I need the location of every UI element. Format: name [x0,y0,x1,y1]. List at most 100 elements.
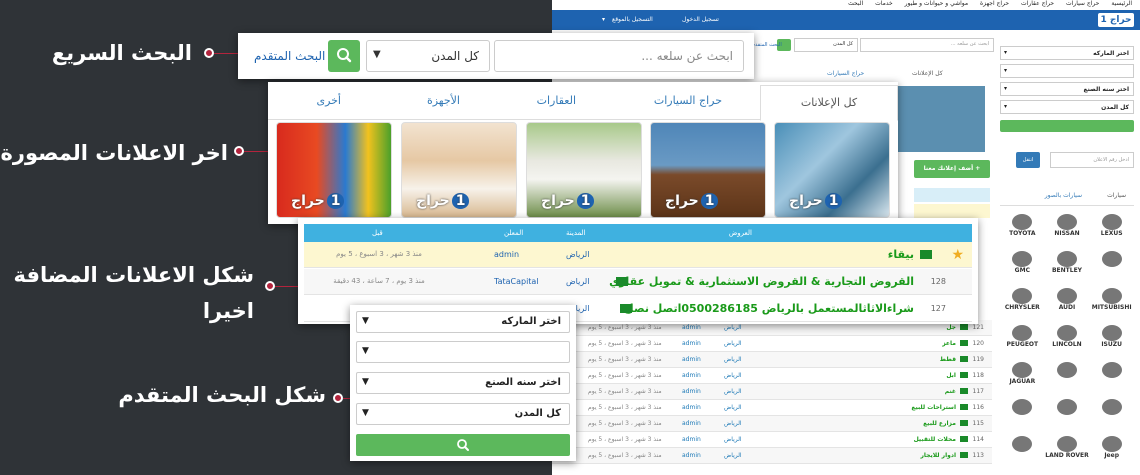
brand-logo[interactable] [1089,395,1134,432]
brand-logo[interactable] [1045,358,1090,395]
brand-logo[interactable]: NISSAN [1045,210,1090,247]
site-featured-row[interactable] [914,204,990,218]
login-link[interactable]: تسجيل الدخول [682,16,719,23]
city-select[interactable]: كل المدن ▼ [356,403,570,425]
top-link[interactable]: مواشي و حيوانات و طيور [905,0,968,7]
watermark-logo: 1حراج [416,193,470,209]
site-tab-all[interactable]: كل الإعلانات [912,70,943,77]
top-link[interactable]: حراج سيارات [1066,0,1099,7]
ad-number: 127 [930,304,946,313]
sidebar-brand-select[interactable]: اختر الماركه [1000,46,1134,60]
tab-devices[interactable]: الأجهزة [427,94,460,107]
brand-logo[interactable]: ISUZU [1089,321,1134,358]
table-row[interactable]: 113 ادوار للايجار الرياض admin منذ 3 شهر ، 3… [552,448,992,464]
ad-title[interactable]: شراءالاثاثالمستعمل بالرياض 0500286185اتص… [624,302,914,315]
ads-table-header: العروض المدينة المعلن قبل [304,224,972,242]
brand-logo[interactable]: LEXUS [1089,210,1134,247]
search-button[interactable] [328,40,360,72]
top-link[interactable]: حراج عقارات [1021,0,1054,7]
callout-advanced-search: شكل البحث المتقدم [118,383,326,407]
site-top-links: الرئيسية حراج سيارات حراج عقارات حراج اج… [552,0,1140,10]
magnifier-icon [457,439,469,451]
sidebar-city-select[interactable]: كل المدن [1000,100,1134,114]
ad-thumbnail-parrots[interactable]: 1حراج [276,122,392,218]
table-row[interactable]: 117 غنم الرياض admin منذ 3 شهر ، 3 اسبوع ، 5… [552,384,992,400]
advanced-search-link[interactable]: البحث المتقدم [254,49,325,63]
brand-logo[interactable] [1000,432,1045,469]
brand-logo[interactable] [1089,247,1134,284]
ad-thumbnail-kittens[interactable]: 1حراج [401,122,517,218]
site-tab-cars[interactable]: حراج السيارات [827,70,864,77]
top-link[interactable]: حراج اجهزة [980,0,1009,7]
sidebar-search-button[interactable] [1000,120,1134,132]
brand-logo[interactable] [1045,395,1090,432]
latest-photo-ads-panel: كل الإعلانات حراج السيارات العقارات الأج… [268,82,898,224]
brand-logo[interactable]: TOYOTA [1000,210,1045,247]
ad-number-input[interactable]: ادخل رقم الاعلان [1050,152,1134,168]
brand-logos: TOYOTA NISSAN LEXUS GMC BENTLEY CHRYSLER… [1000,210,1134,475]
table-row[interactable]: 114 محلات للتقبيل الرياض admin منذ 3 شهر ، 3… [552,432,992,448]
brand-logo[interactable]: CHRYSLER [1000,284,1045,321]
site-logo[interactable]: حراج 1 [1098,13,1134,27]
table-row-featured[interactable]: ★ بيقاء الرياض admin منذ 3 شهر ، 3 اسبوع… [304,242,972,268]
tab-cars-photos[interactable]: سيارات بالصور [1045,192,1082,199]
add-ad-button[interactable]: + أضف إعلانك معنا [914,160,990,178]
table-row[interactable]: 118 ابل الرياض admin منذ 3 شهر ، 3 اسبوع ، 5… [552,368,992,384]
sidebar-model-select[interactable] [1000,64,1134,78]
brand-logo[interactable]: BENTLEY [1045,247,1090,284]
tab-real-estate[interactable]: العقارات [537,94,576,107]
register-link[interactable]: التسجيل بالموقع [612,16,653,23]
table-row[interactable]: 128 القروض التجارية & القروض الاستثمارية… [304,269,972,295]
ad-user[interactable]: admin [494,250,519,259]
chevron-down-icon[interactable]: ▾ [602,16,605,23]
brand-logo[interactable]: LINCOLN [1045,321,1090,358]
table-row[interactable]: 115 مزارع للبيع الرياض admin منذ 3 شهر ، 3 ا… [552,416,992,432]
callout-latest-photo-ads: اخر الاعلانات المصورة [0,141,228,165]
search-input[interactable]: ابحث عن سلعه ... [494,40,744,72]
brand-logo[interactable]: GMC [1000,247,1045,284]
ad-number-button[interactable]: انتقل [1016,152,1040,168]
city-select[interactable]: كل المدن ▼ [366,40,490,72]
table-row[interactable]: 116 استراحات للبيع الرياض admin منذ 3 شهر ، … [552,400,992,416]
top-link[interactable]: خدمات [875,0,893,7]
site-city-select[interactable]: كل المدن [794,38,858,52]
caret-down-icon: ▼ [362,377,369,387]
tab-car-auction[interactable]: حراج السيارات [654,94,722,107]
tab-all-ads[interactable]: كل الإعلانات [760,85,898,121]
ad-city: الرياض [566,250,590,259]
brand-logo[interactable]: MITSUBISHI [1089,284,1134,321]
caret-down-icon: ▼ [362,408,369,418]
advanced-search-button[interactable] [356,434,570,456]
tab-other[interactable]: أخرى [316,94,341,107]
ad-thumbnail-goats[interactable]: 1حراج [526,122,642,218]
brand-logo[interactable]: LAND ROVER [1045,432,1090,469]
ad-title[interactable]: بيقاء [888,248,914,261]
year-select[interactable]: اختر سنه الصنع ▼ [356,372,570,394]
ad-thumbnail-mixed[interactable]: 1حراج [774,122,890,218]
model-select[interactable]: ▼ [356,341,570,363]
site-advanced-link[interactable]: البحث المتقدم [752,42,782,48]
site-thumbnail[interactable] [897,86,985,152]
top-link[interactable]: البحث [848,0,863,7]
brand-logo[interactable]: Jeep [1089,432,1134,469]
brand-logo[interactable]: PEUGEOT [1000,321,1045,358]
sidebar-year-select[interactable]: اختر سنه الصنع [1000,82,1134,96]
tab-cars[interactable]: سيارات [1107,192,1126,199]
watermark-logo: 1حراج [541,193,595,209]
magnifier-icon [337,48,352,63]
table-row[interactable]: 120 ماعز الرياض admin منذ 3 شهر ، 3 اسبوع ، … [552,336,992,352]
brand-select[interactable]: اختر الماركه ▼ [356,311,570,333]
ad-thumbnail-horse[interactable]: 1حراج [650,122,766,218]
ad-user[interactable]: TataCapital [494,277,539,286]
brand-logo[interactable]: JAGUAR [1000,358,1045,395]
header-ago: قبل [372,229,383,237]
brand-logo[interactable]: AUDI [1045,284,1090,321]
top-link[interactable]: الرئيسية [1111,0,1132,7]
table-row[interactable]: 119 قطط الرياض admin منذ 3 شهر ، 3 اسبوع ، 5… [552,352,992,368]
brand-logo[interactable] [1000,395,1045,432]
plus-icon: + [973,165,981,172]
site-search-input[interactable]: ابحث عن سلعه ... [860,38,994,52]
ad-title[interactable]: القروض التجارية & القروض الاستثمارية & ت… [609,275,914,288]
brand-logo[interactable] [1089,358,1134,395]
flag-icon [620,304,632,313]
